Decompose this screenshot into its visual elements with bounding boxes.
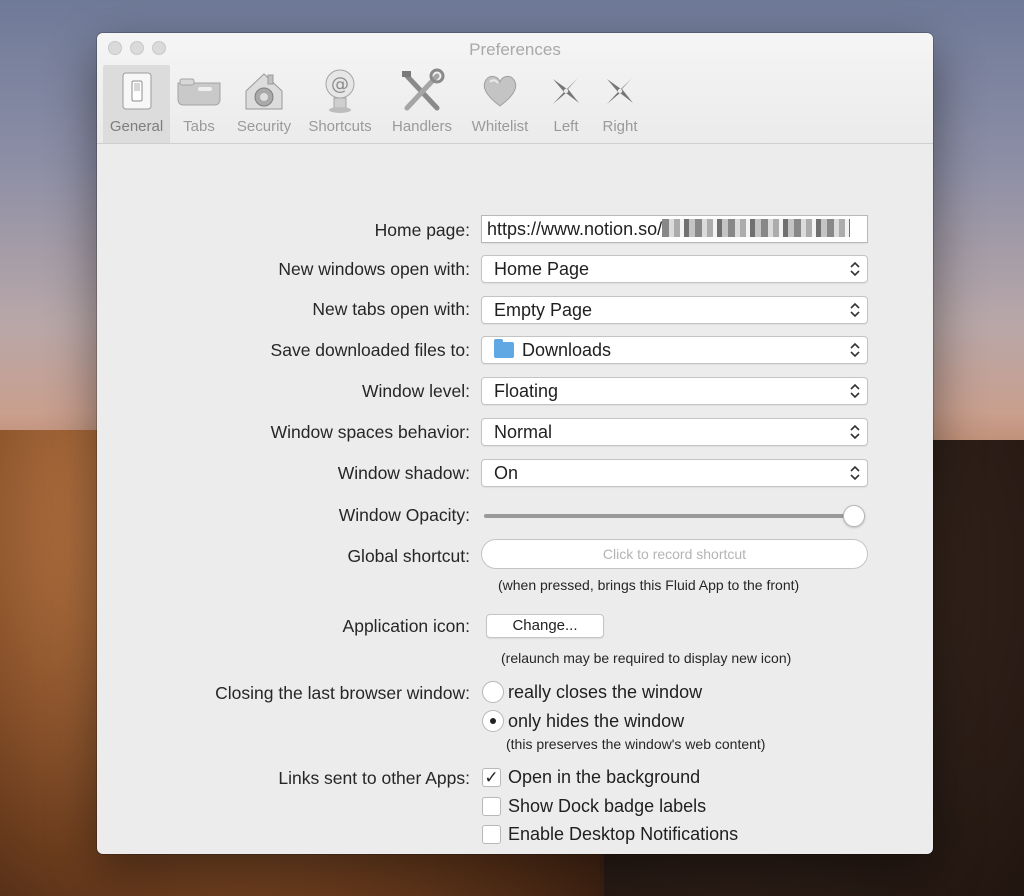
chevron-updown-icon: [850, 465, 860, 481]
window-shadow-value: On: [494, 463, 519, 483]
radio-label: really closes the window: [508, 681, 703, 702]
global-shortcut-label: Global shortcut:: [347, 546, 470, 566]
radio-button[interactable]: [482, 710, 504, 732]
house-lock-icon: [242, 65, 286, 117]
window-level-popup[interactable]: Floating: [481, 377, 868, 405]
tabs-icon: [176, 65, 222, 117]
at-sign-icon: @: [320, 65, 360, 117]
checkbox[interactable]: [482, 825, 501, 844]
redacted-url-segment: [662, 219, 851, 237]
checkbox-label: Show Dock badge labels: [508, 796, 707, 816]
window-level-value: Floating: [494, 381, 559, 401]
window-spaces-label: Window spaces behavior:: [270, 422, 470, 442]
home-page-field[interactable]: https://www.notion.so/: [481, 215, 868, 243]
tools-icon: [399, 65, 445, 117]
preferences-window: Preferences General Tabs Security @ Shor…: [97, 33, 933, 854]
shortcut-recorder[interactable]: Click to record shortcut: [481, 539, 868, 569]
global-shortcut-note: (when pressed, brings this Fluid App to …: [498, 577, 800, 593]
new-windows-popup[interactable]: Home Page: [481, 255, 868, 283]
tab-handlers[interactable]: Handlers: [380, 65, 464, 143]
general-pane: Home page: https://www.notion.so/ New wi…: [97, 145, 933, 854]
tab-security[interactable]: Security: [228, 65, 300, 143]
chevron-updown-icon: [850, 424, 860, 440]
radio-really-closes[interactable]: really closes the window: [482, 681, 702, 703]
checkbox-desktop-notifications[interactable]: Enable Desktop Notifications: [482, 824, 738, 845]
links-label: Links sent to other Apps:: [278, 768, 470, 788]
chevron-updown-icon: [850, 302, 860, 318]
slider-knob[interactable]: [843, 505, 865, 527]
window-title: Preferences: [469, 40, 561, 59]
title-bar: Preferences General Tabs Security @ Shor…: [97, 33, 933, 144]
preferences-toolbar: General Tabs Security @ Shortcuts Handle…: [103, 65, 644, 143]
chevron-updown-icon: [850, 261, 860, 277]
app-icon-label: Application icon:: [342, 616, 470, 636]
checkbox-dock-badge[interactable]: Show Dock badge labels: [482, 796, 706, 817]
folder-icon: [494, 339, 514, 358]
window-spaces-popup[interactable]: Normal: [481, 418, 868, 446]
shuriken-right-icon: [604, 65, 636, 117]
change-icon-button[interactable]: Change...: [486, 614, 604, 638]
tab-general[interactable]: General: [103, 65, 170, 143]
chevron-updown-icon: [850, 383, 860, 399]
tab-shortcuts[interactable]: @ Shortcuts: [300, 65, 380, 143]
home-page-value: https://www.notion.so/: [487, 219, 663, 239]
new-windows-value: Home Page: [494, 259, 590, 279]
checkbox-open-background[interactable]: ✓ Open in the background: [482, 767, 700, 788]
new-tabs-value: Empty Page: [494, 300, 593, 320]
closing-label: Closing the last browser window:: [215, 683, 470, 703]
shuriken-left-icon: [550, 65, 582, 117]
radio-button[interactable]: [482, 681, 504, 703]
window-shadow-label: Window shadow:: [337, 463, 470, 483]
light-switch-icon: [117, 65, 157, 117]
tab-left[interactable]: Left: [536, 65, 596, 143]
window-spaces-value: Normal: [494, 422, 553, 442]
save-downloads-label: Save downloaded files to:: [270, 340, 470, 360]
save-downloads-value: Downloads: [522, 340, 612, 360]
closing-note: (this preserves the window's web content…: [506, 736, 766, 752]
slider-fill: [484, 514, 854, 518]
tab-right[interactable]: Right: [596, 65, 644, 143]
checkbox-label: Enable Desktop Notifications: [508, 824, 739, 844]
checkmark-icon[interactable]: ✓: [482, 768, 501, 787]
tab-tabs[interactable]: Tabs: [170, 65, 228, 143]
radio-label: only hides the window: [508, 710, 685, 731]
svg-text:@: @: [331, 74, 349, 95]
checkbox[interactable]: [482, 797, 501, 816]
new-tabs-label: New tabs open with:: [312, 299, 470, 319]
app-icon-note: (relaunch may be required to display new…: [501, 650, 792, 666]
radio-only-hides[interactable]: only hides the window: [482, 710, 684, 732]
new-windows-label: New windows open with:: [278, 259, 470, 279]
new-tabs-popup[interactable]: Empty Page: [481, 296, 868, 324]
window-shadow-popup[interactable]: On: [481, 459, 868, 487]
tab-whitelist[interactable]: Whitelist: [464, 65, 536, 143]
chevron-updown-icon: [850, 342, 860, 358]
save-downloads-popup[interactable]: Downloads: [481, 336, 868, 364]
window-opacity-slider[interactable]: [484, 505, 865, 527]
window-level-label: Window level:: [362, 381, 470, 401]
checkbox-label: Open in the background: [508, 767, 701, 787]
window-opacity-label: Window Opacity:: [338, 505, 470, 525]
home-page-label: Home page:: [374, 220, 470, 240]
heart-icon: [480, 65, 520, 117]
